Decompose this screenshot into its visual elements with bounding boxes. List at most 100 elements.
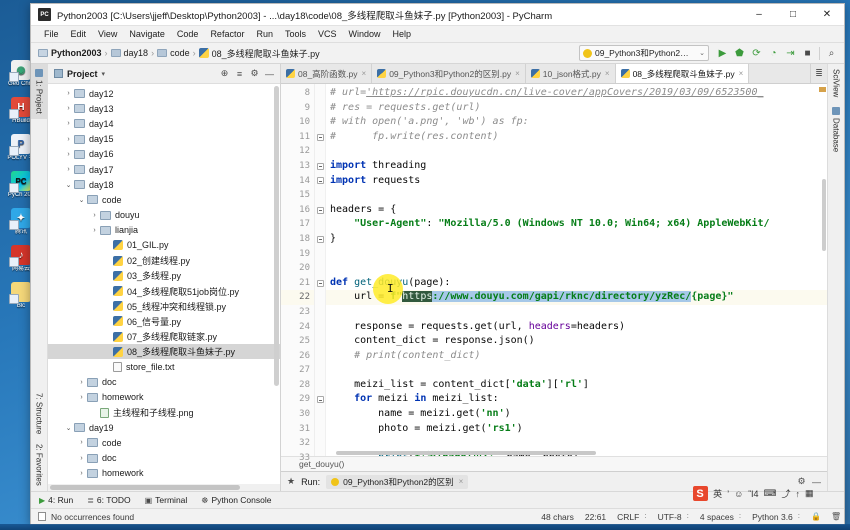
close-button[interactable]: ✕ [810,4,844,26]
ime-toolbox-icon[interactable]: ⤴ [781,487,790,500]
menu-vcs[interactable]: VCS [312,28,343,40]
chevron-right-icon[interactable]: › [63,90,74,97]
tree-item[interactable]: 02_创建线程.py [48,253,280,268]
windows-taskbar[interactable] [0,524,850,530]
sidebar-item-sciview[interactable]: SciView [828,64,844,102]
ime-voice-icon[interactable]: Ἲ4 [748,489,758,499]
hide-panel-button[interactable]: — [262,66,277,81]
chevron-right-icon[interactable]: › [63,151,74,158]
tab-list-button[interactable]: ≣ [811,64,827,83]
chevron-right-icon[interactable]: › [63,105,74,112]
tree-item[interactable]: 主线程和子线程.png [48,405,280,420]
minimize-button[interactable]: – [742,4,776,26]
tree-item[interactable]: ⌄ code [48,192,280,207]
code-editor[interactable]: # url='https://rpic.douyucdn.cn/live-cov… [326,84,827,456]
menu-run[interactable]: Run [250,28,279,40]
tree-item[interactable]: › day16 [48,147,280,162]
code-folding-gutter[interactable] [315,84,326,456]
fold-toggle-icon[interactable] [315,159,325,174]
menu-window[interactable]: Window [343,28,387,40]
menu-file[interactable]: File [38,28,65,40]
ime-grid-icon[interactable]: ▦ [805,488,814,499]
tree-item[interactable]: › doc [48,451,280,466]
tree-item[interactable]: › day17 [48,162,280,177]
chevron-right-icon[interactable]: › [76,394,87,401]
chevron-down-icon[interactable]: ⌄ [63,181,74,189]
tree-item[interactable]: 01_GIL.py [48,238,280,253]
bottom-tab-terminal[interactable]: ▣ Terminal [145,495,188,505]
tree-item[interactable]: › lianjia [48,223,280,238]
sidebar-item-database[interactable]: Database [828,102,844,157]
ime-punctuation-toggle[interactable]: ’ [727,489,729,499]
breadcrumb-item-file[interactable]: 08_多线程爬取斗鱼妹子.py [198,47,320,60]
run-configuration-selector[interactable]: 09_Python3和Python2的区别 ⌄ [579,45,709,61]
chevron-down-icon[interactable]: ▾ [102,70,217,78]
breadcrumb-item-code[interactable]: code [157,48,190,58]
tree-item[interactable]: 06_信号量.py [48,314,280,329]
stop-button[interactable]: ■ [799,45,816,62]
project-tree[interactable]: › day12 › day13 › day14 › day15 › day16 › day17 ⌄ day… [48,84,280,484]
menu-tools[interactable]: Tools [279,28,312,40]
tree-item[interactable]: › code [48,435,280,450]
status-line-separator[interactable]: CRLF ∶ [617,511,646,522]
close-icon[interactable]: × [739,69,744,78]
fold-toggle-icon[interactable] [315,276,325,291]
run-with-console-button[interactable]: ⇥ [782,45,799,62]
bottom-tab-python-console[interactable]: ☸ Python Console [201,495,271,505]
menu-refactor[interactable]: Refactor [204,28,250,40]
status-interpreter[interactable]: Python 3.6 ∶ [752,511,800,522]
ime-emoji-icon[interactable]: ☺ [734,489,743,499]
error-stripe-marker[interactable] [819,87,826,92]
chevron-down-icon[interactable]: ⌄ [63,424,74,432]
run-button[interactable]: ▶ [714,45,731,62]
fold-toggle-icon[interactable] [315,232,325,247]
tab-08-gaojie-hanshu[interactable]: 08_高阶函数.py × [281,64,373,83]
bottom-tab-run[interactable]: ▶ 4: Run [39,495,73,505]
locate-button[interactable]: ⊕ [217,66,232,81]
ime-up-icon[interactable]: ↑ [795,489,800,499]
lock-icon[interactable]: 🔒 [811,512,821,521]
tab-08-duoxiancheng-douyu[interactable]: 08_多线程爬取斗鱼妹子.py × [615,64,750,83]
fold-toggle-icon[interactable] [315,130,325,145]
tree-item[interactable]: store_file.txt [48,359,280,374]
trash-icon[interactable]: 🗑 [831,512,841,521]
close-icon[interactable]: × [362,69,367,78]
tree-item[interactable]: › douyu [48,208,280,223]
tree-item[interactable]: › homework [48,390,280,405]
editor-vscrollbar[interactable] [821,84,827,456]
status-indent[interactable]: 4 spaces ∶ [700,511,741,522]
tab-09-python3-python2[interactable]: 09_Python3和Python2的区别.py × [372,64,526,83]
menu-navigate[interactable]: Navigate [123,28,171,40]
menu-code[interactable]: Code [171,28,205,40]
chevron-down-icon[interactable]: ⌄ [76,196,87,204]
breadcrumb-item-day18[interactable]: day18 [110,48,148,58]
debug-button[interactable]: ⬟ [731,45,748,62]
status-caret-position[interactable]: 22:61 [585,512,606,522]
tree-item[interactable]: › day15 [48,132,280,147]
tree-item[interactable]: › day12 [48,86,280,101]
menu-edit[interactable]: Edit [65,28,93,40]
chevron-right-icon[interactable]: › [63,120,74,127]
chevron-right-icon[interactable]: › [76,439,87,446]
chevron-right-icon[interactable]: › [63,166,74,173]
project-tree-vscrollbar[interactable] [274,86,279,386]
tree-item[interactable]: 07_多线程爬取链家.py [48,329,280,344]
settings-gear-button[interactable]: ⚙ [247,66,262,81]
project-tree-hscrollbar[interactable] [48,484,280,491]
star-icon[interactable]: ★ [287,476,295,487]
run-tab[interactable]: 09_Python3和Python2的区别 × [326,474,469,489]
status-encoding[interactable]: UTF-8 ∶ [658,511,689,522]
chevron-right-icon[interactable]: › [89,227,100,234]
tree-item[interactable]: › homework [48,466,280,481]
breadcrumb-item-project[interactable]: Python2003 [38,48,102,58]
tree-item[interactable]: 08_多线程爬取斗鱼妹子.py [48,344,280,360]
tree-item[interactable]: ⌄ day18 [48,177,280,192]
chevron-right-icon[interactable]: › [76,379,87,386]
sidebar-item-favorites[interactable]: 2: Favorites [31,439,47,491]
bottom-tab-todo[interactable]: ≣ 6: TODO [87,495,130,505]
close-icon[interactable]: × [459,477,464,486]
fold-toggle-icon[interactable] [315,174,325,189]
tree-item[interactable]: 05_线程冲突和线程锁.py [48,299,280,314]
close-icon[interactable]: × [515,69,520,78]
profile-button[interactable]: ◔ [765,45,782,62]
